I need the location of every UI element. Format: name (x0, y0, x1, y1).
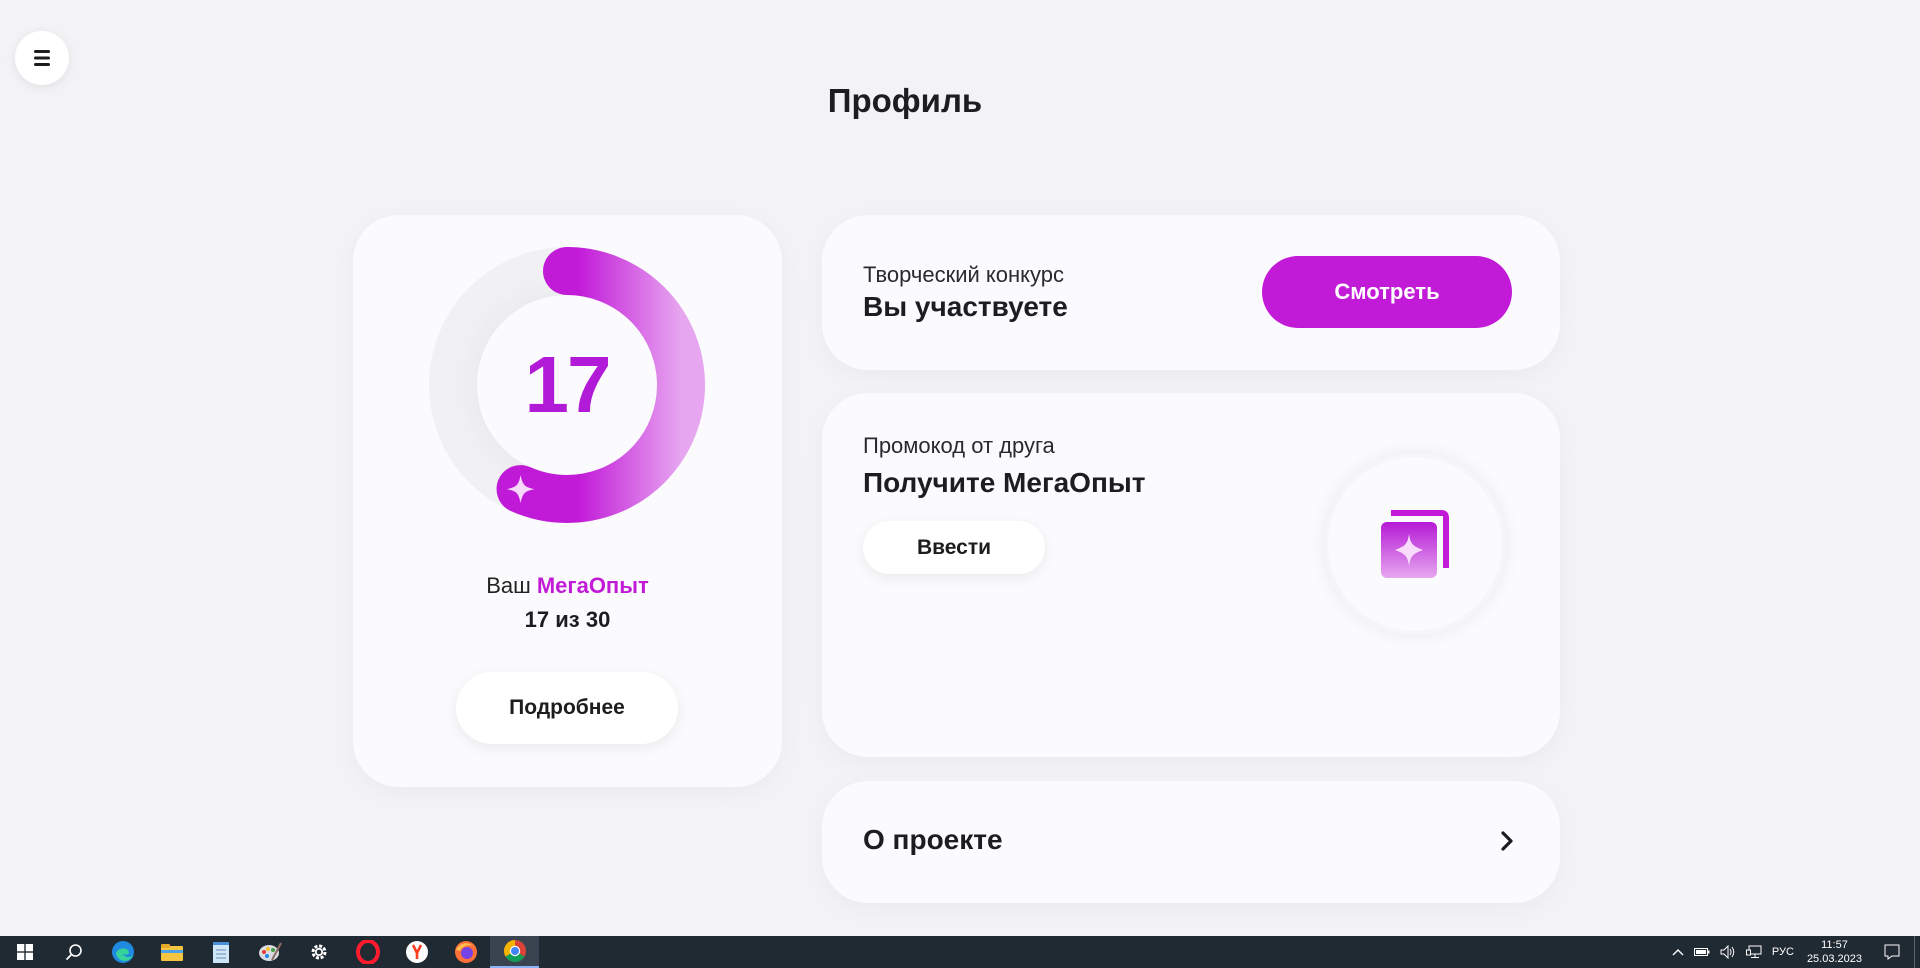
taskbar-yandex[interactable] (392, 936, 441, 968)
taskbar-paint[interactable] (245, 936, 294, 968)
promo-cards-icon (1381, 510, 1449, 578)
windows-start-icon (16, 944, 33, 960)
chevron-right-icon (1501, 831, 1513, 851)
page-title: Профиль (827, 82, 983, 119)
experience-card: 17 Ваш МегаОпыт 17 из 30 Подробнее (353, 215, 782, 787)
firefox-icon (454, 941, 477, 963)
start-button[interactable] (0, 936, 49, 968)
experience-value: 17 (524, 340, 612, 429)
tray-overflow-button[interactable] (1667, 936, 1689, 968)
tray-clock[interactable]: 11:57 25.03.2023 (1799, 938, 1870, 966)
taskbar-edge[interactable] (98, 936, 147, 968)
battery-icon (1693, 948, 1710, 956)
chevron-up-icon (1672, 949, 1684, 956)
chrome-icon (503, 940, 526, 962)
tray-volume[interactable] (1715, 936, 1741, 968)
show-desktop-button[interactable] (1914, 936, 1920, 968)
system-tray: РУС 11:57 25.03.2023 (1667, 936, 1920, 968)
promo-badge (1324, 453, 1506, 635)
opera-icon (355, 940, 380, 964)
paint-icon (258, 942, 282, 961)
taskbar-file-explorer[interactable] (147, 936, 196, 968)
about-project-title: О проекте (863, 824, 1003, 855)
experience-caption-prefix: Ваш (486, 573, 537, 598)
contest-status: Вы участвуете (863, 291, 1068, 322)
experience-caption: Ваш МегаОпыт (353, 573, 782, 599)
taskbar-chrome[interactable] (490, 936, 539, 968)
action-center-button[interactable] (1870, 936, 1914, 968)
taskbar-search-button[interactable] (49, 936, 98, 968)
taskbar-settings[interactable] (294, 936, 343, 968)
clock-date: 25.03.2023 (1806, 953, 1862, 965)
notification-icon (1884, 944, 1900, 960)
tray-battery[interactable] (1689, 936, 1715, 968)
settings-gear-icon (311, 944, 326, 960)
notepad-icon (212, 942, 229, 963)
promo-card: Промокод от друга Получите МегаОпыт Ввес… (822, 393, 1560, 757)
watch-button[interactable]: Смотреть (1262, 256, 1512, 328)
menu-button[interactable] (15, 31, 69, 85)
search-icon (65, 944, 82, 961)
windows-taskbar: РУС 11:57 25.03.2023 (0, 936, 1920, 968)
tray-language[interactable]: РУС (1767, 936, 1799, 968)
file-explorer-icon (160, 944, 183, 961)
experience-count: 17 из 30 (524, 607, 611, 632)
contest-subtitle: Творческий конкурс (863, 262, 1065, 287)
promo-subtitle: Промокод от друга (863, 433, 1055, 458)
about-project-card[interactable]: О проекте (822, 781, 1560, 903)
clock-time: 11:57 (1821, 939, 1848, 951)
promo-title: Получите МегаОпыт (863, 467, 1146, 498)
taskbar-opera[interactable] (343, 936, 392, 968)
experience-progress-ring: 17 (429, 247, 705, 523)
contest-card: Творческий конкурс Вы участвуете Смотрет… (822, 215, 1560, 370)
edge-icon (111, 941, 134, 963)
tray-network[interactable] (1741, 936, 1767, 968)
yandex-browser-icon (405, 941, 428, 963)
more-button[interactable]: Подробнее (456, 672, 678, 744)
taskbar-notepad[interactable] (196, 936, 245, 968)
network-icon (1745, 945, 1762, 958)
hamburger-menu-icon (34, 50, 50, 66)
volume-icon (1720, 945, 1735, 959)
experience-brand-label: МегаОпыт (536, 573, 649, 598)
taskbar-firefox[interactable] (441, 936, 490, 968)
enter-promo-button[interactable]: Ввести (863, 521, 1045, 574)
